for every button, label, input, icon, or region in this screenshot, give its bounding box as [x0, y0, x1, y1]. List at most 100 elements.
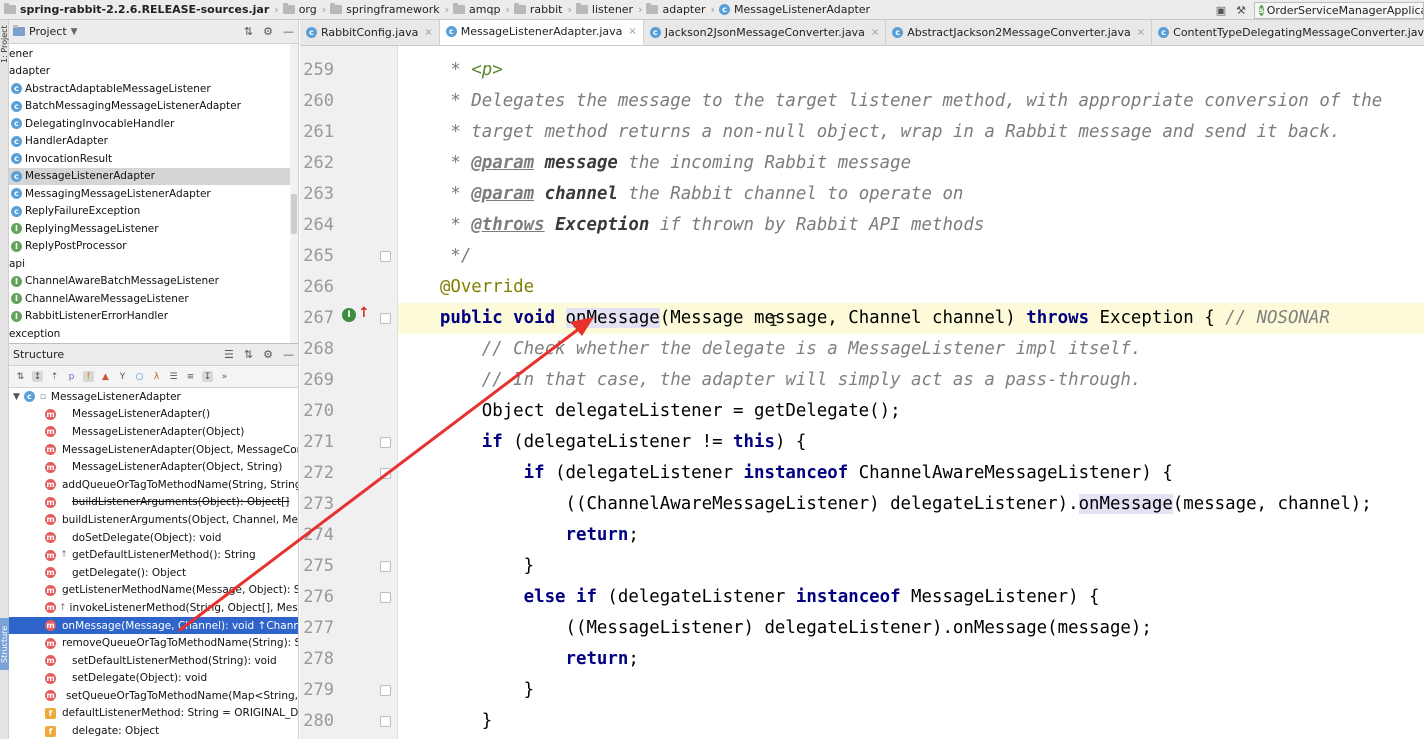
- show-anonymous-icon[interactable]: ○: [134, 371, 145, 382]
- method-name-highlight[interactable]: onMessage: [565, 308, 660, 328]
- tree-item[interactable]: I ReplyingMessageListener: [9, 220, 290, 238]
- structure-method[interactable]: m setDelegate(Object): void: [9, 670, 298, 688]
- tree-item[interactable]: c ReplyFailureException: [9, 203, 290, 221]
- close-tab-icon[interactable]: ×: [628, 26, 636, 37]
- hide-panel-icon[interactable]: —: [283, 25, 294, 38]
- structure-method[interactable]: m ↑ getDefaultListenerMethod(): String: [9, 546, 298, 564]
- tree-item[interactable]: c MessageListenerAdapter: [9, 167, 290, 185]
- breadcrumb-item-listener[interactable]: listener: [572, 0, 638, 19]
- method-call-highlight[interactable]: onMessage: [1078, 494, 1173, 514]
- structure-method[interactable]: m getListenerMethodName(Message, Object):…: [9, 582, 298, 600]
- show-lambdas-icon[interactable]: Y: [117, 371, 128, 382]
- tree-item[interactable]: c BatchMessagingMessageListenerAdapter: [9, 98, 290, 116]
- breadcrumb-item-springframework[interactable]: springframework: [326, 0, 444, 19]
- tree-item[interactable]: c HandlerAdapter: [9, 133, 290, 151]
- tree-item[interactable]: c InvocationResult: [9, 150, 290, 168]
- structure-method[interactable]: m ↑ invokeListenerMethod(String, Object[],…: [9, 599, 298, 617]
- tree-package[interactable]: adapter: [9, 63, 290, 81]
- project-tool-tab[interactable]: 1: Project: [0, 24, 9, 64]
- project-view-selector[interactable]: Project ▼: [13, 25, 78, 38]
- close-tab-icon[interactable]: ×: [424, 27, 432, 38]
- fold-marker-icon[interactable]: [380, 716, 391, 727]
- sort-by-visibility-icon[interactable]: ⇅: [15, 371, 26, 382]
- fold-marker-icon[interactable]: [380, 685, 391, 696]
- project-structure-icon[interactable]: ▣: [1214, 3, 1228, 17]
- breadcrumb-item-jar[interactable]: spring-rabbit-2.2.6.RELEASE-sources.jar: [0, 0, 274, 19]
- run-configuration-dropdown[interactable]: s OrderServiceManagerApplicati: [1254, 1, 1424, 19]
- fold-marker-icon[interactable]: [380, 592, 391, 603]
- structure-field[interactable]: f defaultListenerMethod: String = ORIGINA…: [9, 705, 298, 723]
- close-tab-icon[interactable]: ×: [871, 27, 879, 38]
- tree-item[interactable]: I ChannelAwareBatchMessageListener: [9, 273, 290, 291]
- editor-tab[interactable]: c RabbitConfig.java ×: [300, 20, 440, 45]
- keyword: if: [398, 463, 545, 483]
- editor-tab[interactable]: c AbstractJackson2MessageConverter.java ×: [886, 20, 1153, 45]
- show-inherited-icon[interactable]: ⇡: [49, 371, 60, 382]
- code-editor[interactable]: 259 260 261 262 263 264 265 266 267 268 269 270 271 2…: [300, 46, 1424, 739]
- structure-method[interactable]: m MessageListenerAdapter(Object, MessageC…: [9, 441, 298, 459]
- show-non-public-icon[interactable]: ▲: [100, 371, 111, 382]
- editor-tab[interactable]: c ContentTypeDelegatingMessageConverter.j…: [1152, 20, 1424, 45]
- fold-marker-icon[interactable]: [380, 561, 391, 572]
- breadcrumb-item-org[interactable]: org: [279, 0, 322, 19]
- hide-panel-icon[interactable]: —: [283, 348, 294, 361]
- build-hammer-icon[interactable]: ⚒: [1234, 3, 1248, 17]
- tree-package[interactable]: api: [9, 255, 290, 273]
- structure-method[interactable]: m doSetDelegate(Object): void: [9, 529, 298, 547]
- more-icon[interactable]: »: [219, 371, 230, 382]
- structure-method[interactable]: m MessageListenerAdapter(): [9, 406, 298, 424]
- structure-method[interactable]: m MessageListenerAdapter(Object, String): [9, 458, 298, 476]
- overrides-arrow-icon[interactable]: ↑: [358, 305, 370, 321]
- tree-package[interactable]: exception: [9, 325, 290, 343]
- structure-method[interactable]: m buildListenerArguments(Object, Channel,…: [9, 511, 298, 529]
- structure-method[interactable]: m onMessage(Message, Channel): void ↑Chan…: [9, 616, 298, 635]
- tree-item[interactable]: I ChannelAwareMessageListener: [9, 290, 290, 308]
- tree-package[interactable]: ener: [9, 45, 290, 63]
- autoscroll-icon[interactable]: ↧: [202, 371, 213, 382]
- implements-method-icon[interactable]: I: [342, 308, 356, 322]
- breadcrumb-item-class[interactable]: c MessageListenerAdapter: [715, 0, 875, 19]
- line-comment: // NOSONAR: [1225, 308, 1330, 328]
- expand-all-icon[interactable]: ☰: [168, 371, 179, 382]
- tree-item[interactable]: I RabbitListenerErrorHandler: [9, 308, 290, 326]
- breadcrumb-item-adapter[interactable]: adapter: [642, 0, 710, 19]
- tree-item[interactable]: c DelegatingInvocableHandler: [9, 115, 290, 133]
- show-fields-icon[interactable]: f: [83, 371, 94, 382]
- structure-method[interactable]: m addQueueOrTagToMethodName(String, Strin…: [9, 476, 298, 494]
- fold-marker-icon[interactable]: [380, 437, 391, 448]
- breadcrumb-label: MessageListenerAdapter: [733, 3, 871, 16]
- tree-item[interactable]: I ReplyPostProcessor: [9, 238, 290, 256]
- gear-icon[interactable]: ⚙: [263, 348, 273, 361]
- editor-tab[interactable]: c Jackson2JsonMessageConverter.java ×: [644, 20, 887, 45]
- project-scrollbar[interactable]: [290, 44, 298, 343]
- tree-item-label: BatchMessagingMessageListenerAdapter: [25, 100, 241, 113]
- structure-method[interactable]: m setDefaultListenerMethod(String): void: [9, 652, 298, 670]
- fold-marker-icon[interactable]: [380, 313, 391, 324]
- close-tab-icon[interactable]: ×: [1137, 27, 1145, 38]
- structure-method[interactable]: m setQueueOrTagToMethodName(Map<String,: [9, 687, 298, 705]
- collapse-all-icon[interactable]: ⇅: [244, 25, 253, 38]
- collapse-all-icon[interactable]: ≡: [185, 371, 196, 382]
- tree-item[interactable]: c MessagingMessageListenerAdapter: [9, 185, 290, 203]
- structure-field[interactable]: f delegate: Object: [9, 722, 298, 739]
- collapse-icon[interactable]: ⇅: [244, 348, 253, 361]
- tree-item[interactable]: c AbstractAdaptableMessageListener: [9, 80, 290, 98]
- fold-marker-icon[interactable]: [380, 251, 391, 262]
- structure-tool-tab[interactable]: Structure: [0, 618, 9, 670]
- fold-marker-icon[interactable]: [380, 468, 391, 479]
- structure-root[interactable]: ▼ c ▫ MessageListenerAdapter: [9, 388, 298, 406]
- breadcrumb-item-amqp[interactable]: amqp: [449, 0, 505, 19]
- show-lambda-icon[interactable]: λ: [151, 371, 162, 382]
- editor-tab[interactable]: c MessageListenerAdapter.java ×: [439, 20, 644, 45]
- align-icon[interactable]: ☰: [224, 348, 234, 361]
- structure-method[interactable]: m removeQueueOrTagToMethodName(String): S: [9, 634, 298, 652]
- code-area[interactable]: * <p> * Delegates the message to the tar…: [398, 46, 1424, 739]
- structure-method[interactable]: m MessageListenerAdapter(Object): [9, 423, 298, 441]
- structure-method[interactable]: m getDelegate(): Object: [9, 564, 298, 582]
- breadcrumb-item-rabbit[interactable]: rabbit: [510, 0, 568, 19]
- scrollbar-thumb[interactable]: [291, 194, 297, 234]
- gear-icon[interactable]: ⚙: [263, 25, 273, 38]
- structure-method[interactable]: m buildListenerArguments(Object): Object[…: [9, 494, 298, 512]
- show-properties-icon[interactable]: p: [66, 371, 77, 382]
- sort-alphabetically-icon[interactable]: ↕: [32, 371, 43, 382]
